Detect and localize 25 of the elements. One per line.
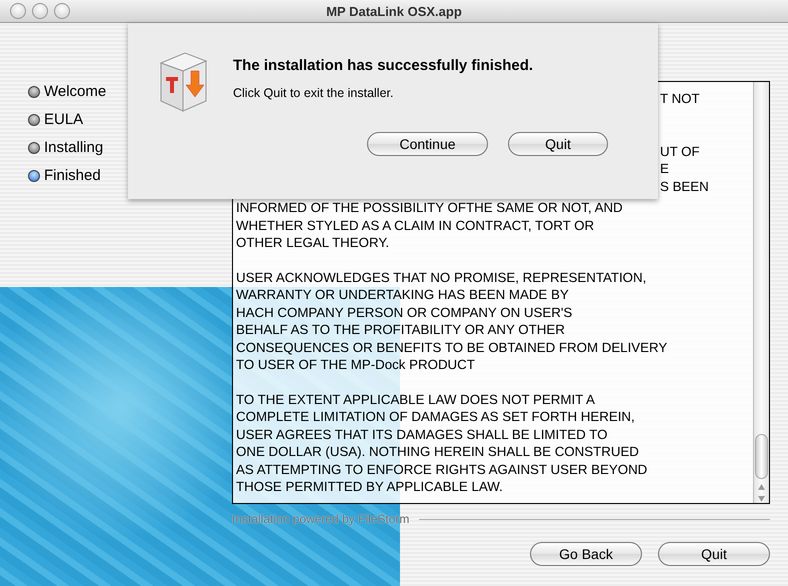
window-control-button[interactable] [10, 3, 26, 19]
license-line-end: T NOT [660, 90, 700, 108]
alert-title: The installation has successfully finished. [233, 57, 534, 74]
window-title: MP DataLink OSX.app [326, 4, 462, 18]
license-paragraph: USER ACKNOWLEDGES THAT NO PROMISE, REPRESENTATION, WARRANTY OR UNDERTAKING HAS BEEN MADE BY HACH COMPANY PERSON OR COMPANY ON USER'S BEHALF AS TO THE PROFITABILITY OR ANY OTHER CONSEQUENCES OR BENEFITS TO BE OBTAINED FROM DELIVERY TO USER OF THE MP-Dock PRODUCT [236, 268, 668, 374]
scroll-bar[interactable] [753, 82, 769, 503]
window-control-button[interactable] [54, 3, 70, 19]
license-line-end: E [660, 160, 669, 178]
quit-button[interactable]: Quit [658, 542, 770, 566]
window-control-button[interactable] [32, 3, 48, 19]
step-label: Finished [44, 167, 101, 184]
license-line-end: S BEEN [660, 178, 709, 195]
step-label: EULA [44, 111, 84, 128]
scroll-down-icon[interactable] [757, 495, 766, 503]
scroll-up-icon[interactable] [757, 483, 766, 492]
alert-message: Click Quit to exit the installer. [233, 86, 394, 100]
go-back-button[interactable]: Go Back [530, 542, 642, 566]
license-paragraph: TO THE EXTENT APPLICABLE LAW DOES NOT PERMIT A COMPLETE LIMITATION OF DAMAGES AS SET FORTH HEREIN, USER AGREES THAT ITS DAMAGES SHALL BE LIMITED TO ONE DOLLAR (USA). NOTHING HEREIN SHALL BE CONSTRUED AS ATTEMPTING TO ENFORCE RIGHTS AGAINST USER BEYOND THOSE PERMITTED BY APPLICABLE LAW. [236, 390, 648, 496]
quit-button[interactable]: Quit [508, 132, 608, 156]
license-paragraph: INFORMED OF THE POSSIBILITY OFTHE SAME OR NOT, AND WHETHER STYLED AS A CLAIM IN CONTRACT, TORT OR OTHER LEGAL THEORY. [236, 199, 624, 252]
step-label: Welcome [44, 83, 106, 100]
step-label: Installing [44, 139, 104, 156]
continue-button[interactable]: Continue [367, 132, 488, 156]
license-line-end: UT OF [660, 142, 700, 160]
scroll-thumb[interactable] [755, 434, 768, 480]
